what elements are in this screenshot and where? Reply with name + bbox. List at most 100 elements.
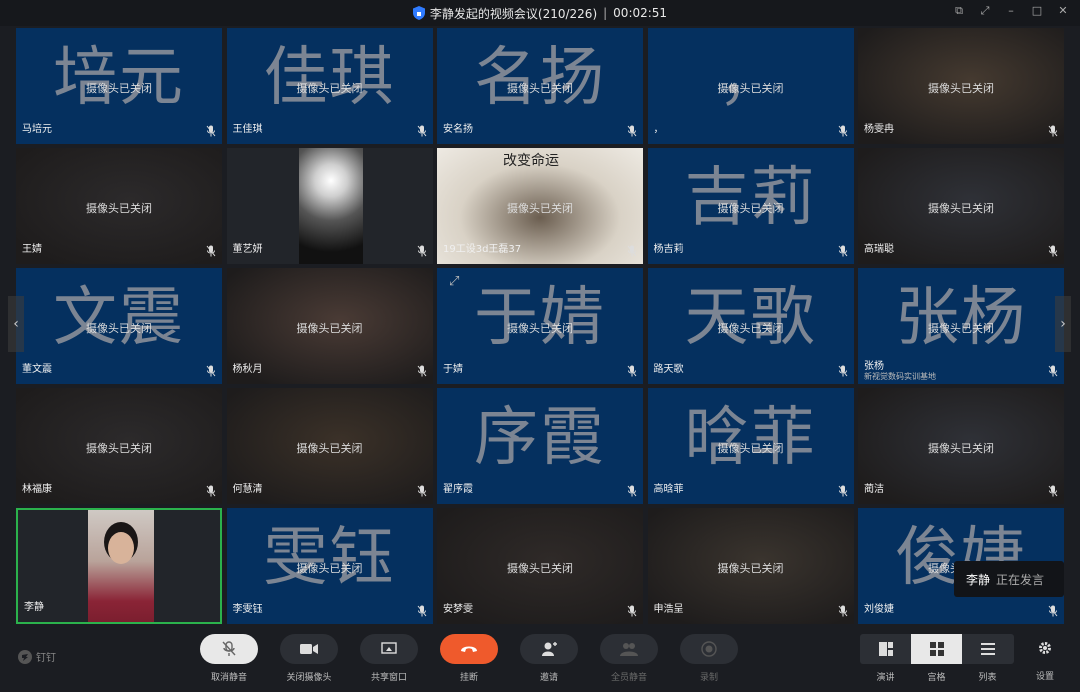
camera-off-status: 摄像头已关闭 [296,322,363,335]
layout-speaker-label: 演讲 [876,673,895,683]
unmute-button[interactable]: 取消静音 [200,634,258,686]
mic-off-icon [417,605,426,617]
participant-tile[interactable]: 摄像头已关闭 林福康 [16,388,222,504]
participant-tile[interactable]: 摄像头已关闭 蔺洁 [858,388,1064,504]
mic-off-icon [838,605,847,617]
participant-tile[interactable]: 董艺妍 [226,148,433,264]
camera-off-status: 摄像头已关闭 [717,322,784,335]
camera-off-button[interactable]: 关闭摄像头 [280,634,338,686]
layout-list-button[interactable] [962,634,1013,664]
participant-tile[interactable]: 文震 摄像头已关闭 董文震 [16,268,222,384]
participant-tile[interactable]: 摄像头已关闭 王婧 [16,148,222,264]
participant-tile[interactable]: 摄像头已关闭 杨秋月 [226,268,433,384]
participant-tile[interactable]: 培元 摄像头已关闭 马培元 [16,28,222,144]
grid-layout-icon [929,642,944,656]
camera-off-status: 摄像头已关闭 [928,202,994,215]
participant-tile[interactable]: 改变命运 摄像头已关闭 19工设3d王磊37 [437,148,643,264]
mic-off-icon [627,245,637,257]
minimize-icon[interactable]: – [1004,4,1018,18]
layout-grid-button[interactable] [911,634,962,664]
participant-tile[interactable]: 于婧 摄像头已关闭 于婧 ⤢ [437,268,643,384]
expand-icon[interactable]: ⤢ [449,274,459,289]
mic-off-icon [206,245,216,257]
settings-label: 设置 [1035,672,1054,682]
participant-tile[interactable]: 摄像头已关闭申浩呈 [647,508,854,624]
layout-list-label: 列表 [978,673,997,683]
fullscreen-icon[interactable]: ⤢ [978,4,992,18]
avatar-initials: 晗菲 [684,401,817,475]
camera-off-status: 摄像头已关闭 [928,442,994,455]
participant-name: 翟序霞 [443,484,473,495]
avatar-initials: ， [717,41,784,115]
participant-tile[interactable]: 雯钰 摄像头已关闭 李雯钰 [226,508,433,624]
video-grid: 培元 摄像头已关闭 马培元 佳琪 摄像头已关闭 王佳琪 名扬 摄像头已关闭 安名扬，摄像头已关闭… [14,26,1066,624]
mic-off-icon [627,605,637,617]
image-caption: 改变命运 [503,153,559,169]
participant-name: 张杨 [864,361,884,372]
title-bar: 李静发起的视频会议(210/226) | 00:02:51 ⧉ ⤢ – □ ✕ [0,0,1080,26]
mute-all-button[interactable]: 全员静音 [600,634,658,686]
settings-button[interactable]: 设置 [1034,640,1056,682]
participant-tile[interactable]: 晗菲 摄像头已关闭 高晗菲 [647,388,854,504]
record-label: 录制 [699,673,718,683]
camera-off-status: 摄像头已关闭 [507,322,573,335]
camera-off-status: 摄像头已关闭 [86,322,152,335]
share-screen-icon [381,642,397,654]
avatar-initials: 于婧 [474,281,606,355]
participant-name: 杨雯冉 [864,124,894,135]
participant-tile[interactable]: 天歌 摄像头已关闭路天歌 [647,268,854,384]
record-button[interactable]: 录制 [680,634,738,686]
mic-off-icon [1048,605,1058,617]
title-separator: | [603,6,608,20]
mic-off-icon [627,485,637,497]
camera-off-status: 摄像头已关闭 [296,442,363,455]
camera-off-status: 摄像头已关闭 [507,562,573,575]
participant-tile[interactable]: 佳琪 摄像头已关闭王佳琪 [226,28,433,144]
mic-off-icon [838,125,847,137]
participant-tile[interactable]: 吉莉 摄像头已关闭 杨吉莉 [647,148,854,264]
popout-icon[interactable]: ⧉ [952,4,966,18]
participant-name: 申浩呈 [653,604,684,615]
participant-tile[interactable]: 摄像头已关闭安梦雯 [437,508,643,624]
mute-all-icon [620,643,638,656]
maximize-icon[interactable]: □ [1030,4,1044,18]
mic-off-icon [206,365,216,377]
participant-name: 王佳琪 [232,124,263,135]
mic-off-icon [627,365,637,377]
camera-off-status: 摄像头已关闭 [717,82,784,95]
share-window-label: 共享窗口 [370,673,407,683]
participant-tile[interactable]: ，摄像头已关闭， [647,28,854,144]
participant-tile[interactable]: 张杨 摄像头已关闭 张杨 新视觉数码实训基地 [858,268,1064,384]
camera-off-status: 摄像头已关闭 [717,562,784,575]
hangup-button[interactable]: 挂断 [440,634,498,686]
camera-off-status: 摄像头已关闭 [717,202,784,215]
mic-off-icon [627,125,637,137]
avatar-initials: 天歌 [684,281,817,355]
video-feed [298,148,363,264]
mic-off-icon [838,365,847,377]
camera-off-status: 摄像头已关闭 [296,82,363,95]
participant-tile[interactable]: 李静 [16,508,222,624]
participant-name: 路天歌 [653,364,684,375]
layout-speaker-button[interactable] [860,634,911,664]
next-page-button[interactable]: › [1055,296,1071,352]
participant-tile[interactable]: 摄像头已关闭 高瑞聪 [858,148,1064,264]
invite-button[interactable]: 邀请 [520,634,578,686]
participant-tile[interactable]: 序霞 翟序霞 [437,388,643,504]
participant-name: 于婧 [443,364,463,375]
speaker-status: 正在发言 [996,572,1045,587]
hangup-icon [461,646,477,652]
self-face [108,532,134,564]
participant-tile[interactable]: 名扬 摄像头已关闭 安名扬 [437,28,643,144]
participant-tile[interactable]: 摄像头已关闭 杨雯冉 [858,28,1064,144]
participant-name: 安梦雯 [443,604,473,615]
layout-grid-label: 宫格 [927,673,946,683]
speaker-layout-icon [878,642,893,656]
speaker-name: 李静 [966,572,991,587]
participant-name: 安名扬 [443,124,473,135]
close-icon[interactable]: ✕ [1056,4,1070,18]
share-window-button[interactable]: 共享窗口 [360,634,418,686]
avatar-initials: 佳琪 [263,41,396,115]
participant-tile[interactable]: 摄像头已关闭 何慧清 [226,388,433,504]
prev-page-button[interactable]: ‹ [8,296,24,352]
